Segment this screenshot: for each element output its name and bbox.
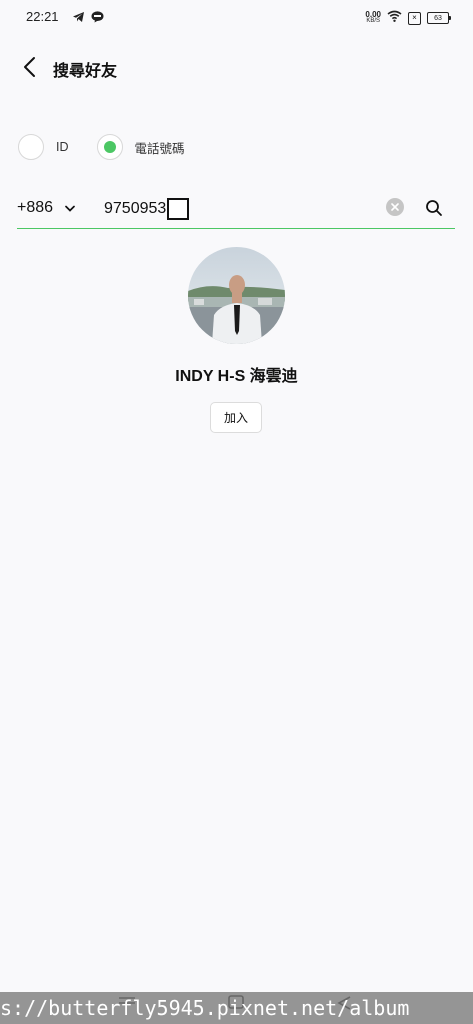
radio-id-label: ID xyxy=(56,140,69,154)
status-bar: 22:21 0.00 KB/S × 63 xyxy=(0,0,473,34)
status-right: 0.00 KB/S × 63 xyxy=(365,9,451,27)
radio-phone[interactable] xyxy=(96,134,123,160)
net-speed: 0.00 KB/S xyxy=(365,11,381,25)
notification-icons xyxy=(72,10,104,28)
phone-number-value: 9750953 xyxy=(104,200,167,217)
phone-number-input[interactable]: 9750953 xyxy=(104,197,190,221)
telegram-icon xyxy=(72,10,85,28)
chevron-down-icon xyxy=(65,199,75,217)
system-nav-bar: s://butterfly5945.pixnet.net/album xyxy=(0,992,473,1024)
page-title: 搜尋好友 xyxy=(53,63,118,80)
phone-search-row: +886 9750953 xyxy=(17,192,455,229)
battery-icon: 63 xyxy=(427,12,451,24)
radio-phone-label: 電話號碼 xyxy=(134,141,185,156)
search-type-selector: ID 電話號碼 xyxy=(18,134,185,160)
wifi-icon xyxy=(387,9,402,27)
header: 搜尋好友 xyxy=(0,46,473,88)
no-sim-icon: × xyxy=(408,11,421,25)
country-code-value: +886 xyxy=(17,199,54,216)
search-type-id-option[interactable]: ID xyxy=(18,134,69,160)
search-type-phone-option[interactable]: 電話號碼 xyxy=(96,134,185,160)
net-speed-value: 0.00 xyxy=(365,10,381,19)
close-icon xyxy=(391,203,399,211)
text-cursor-box xyxy=(167,198,190,220)
line-icon xyxy=(91,10,104,28)
watermark: s://butterfly5945.pixnet.net/album xyxy=(0,992,473,1024)
clear-button[interactable] xyxy=(386,198,404,216)
back-button[interactable] xyxy=(14,52,44,82)
chevron-left-icon xyxy=(24,57,35,77)
status-time: 22:21 xyxy=(26,9,59,24)
add-friend-button[interactable]: 加入 xyxy=(210,402,262,433)
search-icon xyxy=(426,200,442,216)
radio-id[interactable] xyxy=(18,134,44,160)
avatar xyxy=(188,247,285,344)
result-name: INDY H-S 海雲迪 xyxy=(175,368,298,385)
search-button[interactable] xyxy=(423,197,445,219)
net-speed-unit: KB/S xyxy=(366,18,381,24)
radio-selected-dot xyxy=(103,141,116,153)
country-code-select[interactable]: +886 xyxy=(17,199,75,217)
